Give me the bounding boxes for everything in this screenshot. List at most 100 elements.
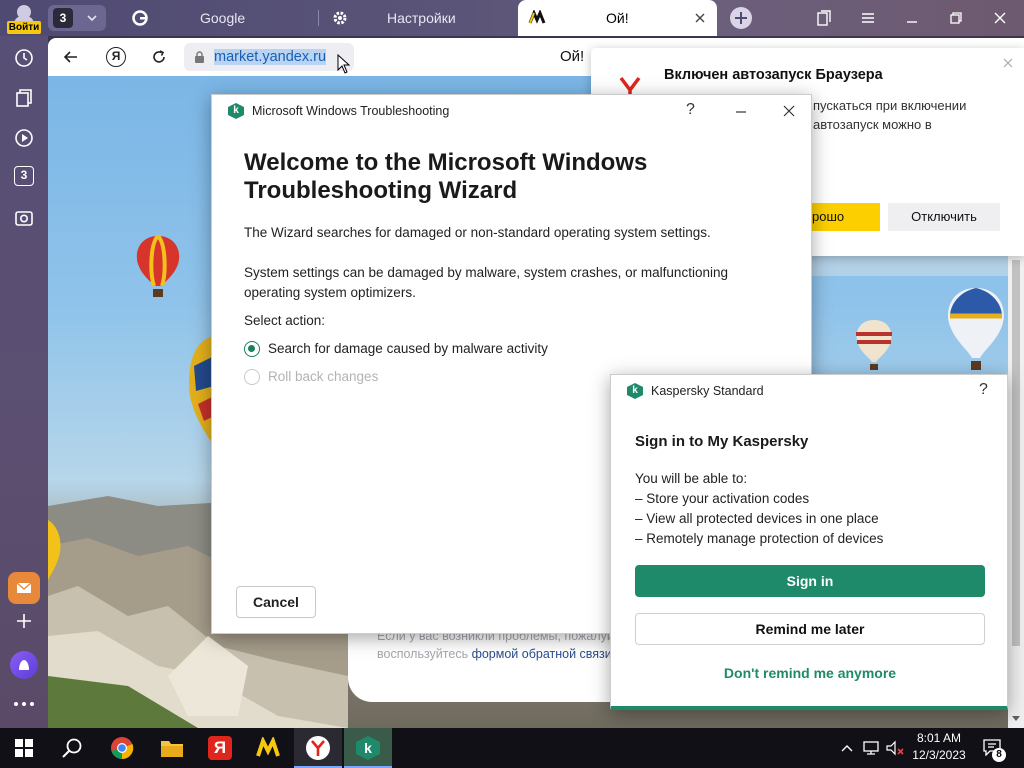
radio-search-damage[interactable] — [244, 341, 260, 357]
yandex-browser-icon — [306, 736, 330, 760]
yandex-market-icon — [256, 737, 280, 757]
notification-count-badge: 8 — [992, 748, 1006, 762]
notification-body: пускаться при включении — [813, 98, 967, 113]
chrome-icon — [111, 737, 134, 760]
help-button[interactable]: ? — [686, 101, 695, 119]
minimize-icon[interactable] — [904, 10, 920, 26]
collections-side-icon[interactable] — [12, 86, 36, 110]
kaspersky-taskbar-icon: k — [356, 736, 380, 760]
tabs-counter-side[interactable]: 3 — [14, 166, 34, 186]
kaspersky-heading: Sign in to My Kaspersky — [635, 433, 809, 450]
tab-title: Google — [200, 10, 246, 26]
start-button[interactable] — [0, 728, 48, 768]
wizard-heading: Welcome to the Microsoft Windows Trouble… — [244, 149, 648, 204]
hot-air-balloon-image — [48, 520, 61, 580]
network-icon[interactable] — [862, 740, 880, 756]
taskbar-yandex[interactable]: Я — [196, 728, 244, 768]
mouse-cursor-icon — [337, 54, 351, 74]
radio-roll-back-label: Roll back changes — [268, 369, 379, 384]
search-icon — [62, 738, 82, 758]
yandex-market-icon — [528, 10, 546, 24]
tab-title: Настройки — [387, 10, 456, 26]
select-action-label: Select action: — [244, 313, 326, 328]
google-icon — [132, 10, 148, 26]
hot-air-balloon-image — [189, 336, 214, 446]
ok-button-label: рошо — [812, 209, 845, 224]
alice-button[interactable] — [10, 651, 38, 679]
sign-in-button[interactable]: Sign in — [635, 565, 985, 597]
close-window-icon[interactable] — [992, 10, 1008, 26]
hot-air-balloon-image — [856, 320, 892, 370]
url-field[interactable]: market.yandex.ru — [184, 43, 354, 71]
video-icon[interactable] — [12, 126, 36, 150]
notification-disable-button[interactable]: Отключить — [888, 203, 1000, 231]
disable-button-label: Отключить — [911, 209, 977, 224]
hot-air-balloon-image — [948, 288, 1004, 370]
feedback-link[interactable]: формой обратной связи — [472, 647, 612, 661]
taskbar-kaspersky[interactable]: k — [344, 728, 392, 768]
kaspersky-bullet: – Remotely manage protection of devices — [635, 531, 884, 546]
taskbar-file-explorer[interactable] — [148, 728, 196, 768]
wizard-intro-text: The Wizard searches for damaged or non-s… — [244, 225, 711, 240]
folder-icon — [161, 741, 183, 757]
k-letter: k — [233, 105, 239, 116]
history-icon[interactable] — [12, 46, 36, 70]
tab-count-button[interactable]: 3 — [48, 5, 106, 31]
remind-later-button[interactable]: Remind me later — [635, 613, 985, 645]
notification-body: автозапуск можно в — [813, 117, 932, 132]
radio-roll-back — [244, 369, 260, 385]
taskbar-chrome[interactable] — [98, 728, 146, 768]
mail-app-button[interactable] — [8, 572, 40, 604]
clock[interactable]: 8:01 AM 12/3/2023 — [908, 730, 970, 766]
clock-date: 12/3/2023 — [912, 748, 966, 762]
reload-icon[interactable] — [151, 49, 167, 65]
search-button[interactable] — [48, 728, 96, 768]
close-icon[interactable] — [782, 104, 796, 118]
close-tab-icon[interactable] — [694, 12, 706, 24]
dont-remind-link[interactable]: Don't remind me anymore — [635, 657, 985, 689]
tab-settings[interactable]: Настройки — [320, 0, 518, 36]
screenshot-icon[interactable] — [12, 206, 36, 230]
minimize-icon[interactable] — [734, 104, 748, 118]
windows-logo-icon — [15, 739, 33, 757]
help-button[interactable]: ? — [979, 381, 988, 399]
notification-title: Включен автозапуск Браузера — [664, 67, 883, 83]
taskbar-yandex-market[interactable] — [244, 728, 292, 768]
clock-time: 8:01 AM — [916, 731, 962, 745]
tab-market-active[interactable]: Ой! — [518, 0, 717, 36]
chevron-up-icon[interactable] — [840, 741, 854, 755]
radio-search-damage-label[interactable]: Search for damage caused by malware acti… — [268, 339, 548, 359]
chevron-down-icon — [87, 15, 97, 22]
close-notification-icon[interactable] — [1003, 58, 1013, 68]
back-arrow-icon[interactable] — [63, 49, 79, 65]
feedback-text: воспользуйтесь формой обратной связи — [377, 647, 612, 661]
gear-icon — [333, 11, 347, 25]
cancel-button[interactable]: Cancel — [236, 586, 316, 618]
profile-button[interactable]: Войти — [4, 2, 44, 34]
url-text: market.yandex.ru — [214, 49, 327, 65]
tab-count-badge: 3 — [53, 8, 73, 28]
restore-icon[interactable] — [948, 10, 964, 26]
wizard-description-text: System settings can be damaged by malwar… — [244, 265, 728, 300]
alice-icon — [19, 660, 29, 670]
page-scrollbar[interactable] — [1008, 256, 1024, 728]
more-icon[interactable] — [12, 698, 36, 710]
new-tab-button[interactable] — [730, 7, 752, 29]
taskbar-yandex-browser[interactable] — [294, 728, 342, 768]
scroll-down-arrow-icon[interactable] — [1012, 714, 1020, 722]
volume-muted-icon[interactable] — [886, 740, 906, 756]
action-center-button[interactable]: 8 — [982, 738, 1006, 762]
menu-icon[interactable] — [860, 10, 876, 26]
kaspersky-bullet: – View all protected devices in one plac… — [635, 511, 879, 526]
collections-icon[interactable] — [816, 10, 832, 26]
tab-title: Ой! — [606, 10, 629, 26]
kaspersky-logo-icon: k — [627, 383, 643, 399]
profile-label: Войти — [7, 21, 41, 34]
plus-icon — [735, 12, 747, 24]
notification-ok-button[interactable]: рошо — [801, 203, 880, 231]
yandex-home-icon[interactable]: Я — [106, 47, 126, 67]
scrollbar-thumb[interactable] — [1012, 260, 1020, 646]
add-panel-icon[interactable] — [12, 609, 36, 633]
kaspersky-bullet: – Store your activation codes — [635, 491, 810, 506]
tab-google[interactable]: Google — [120, 0, 318, 36]
